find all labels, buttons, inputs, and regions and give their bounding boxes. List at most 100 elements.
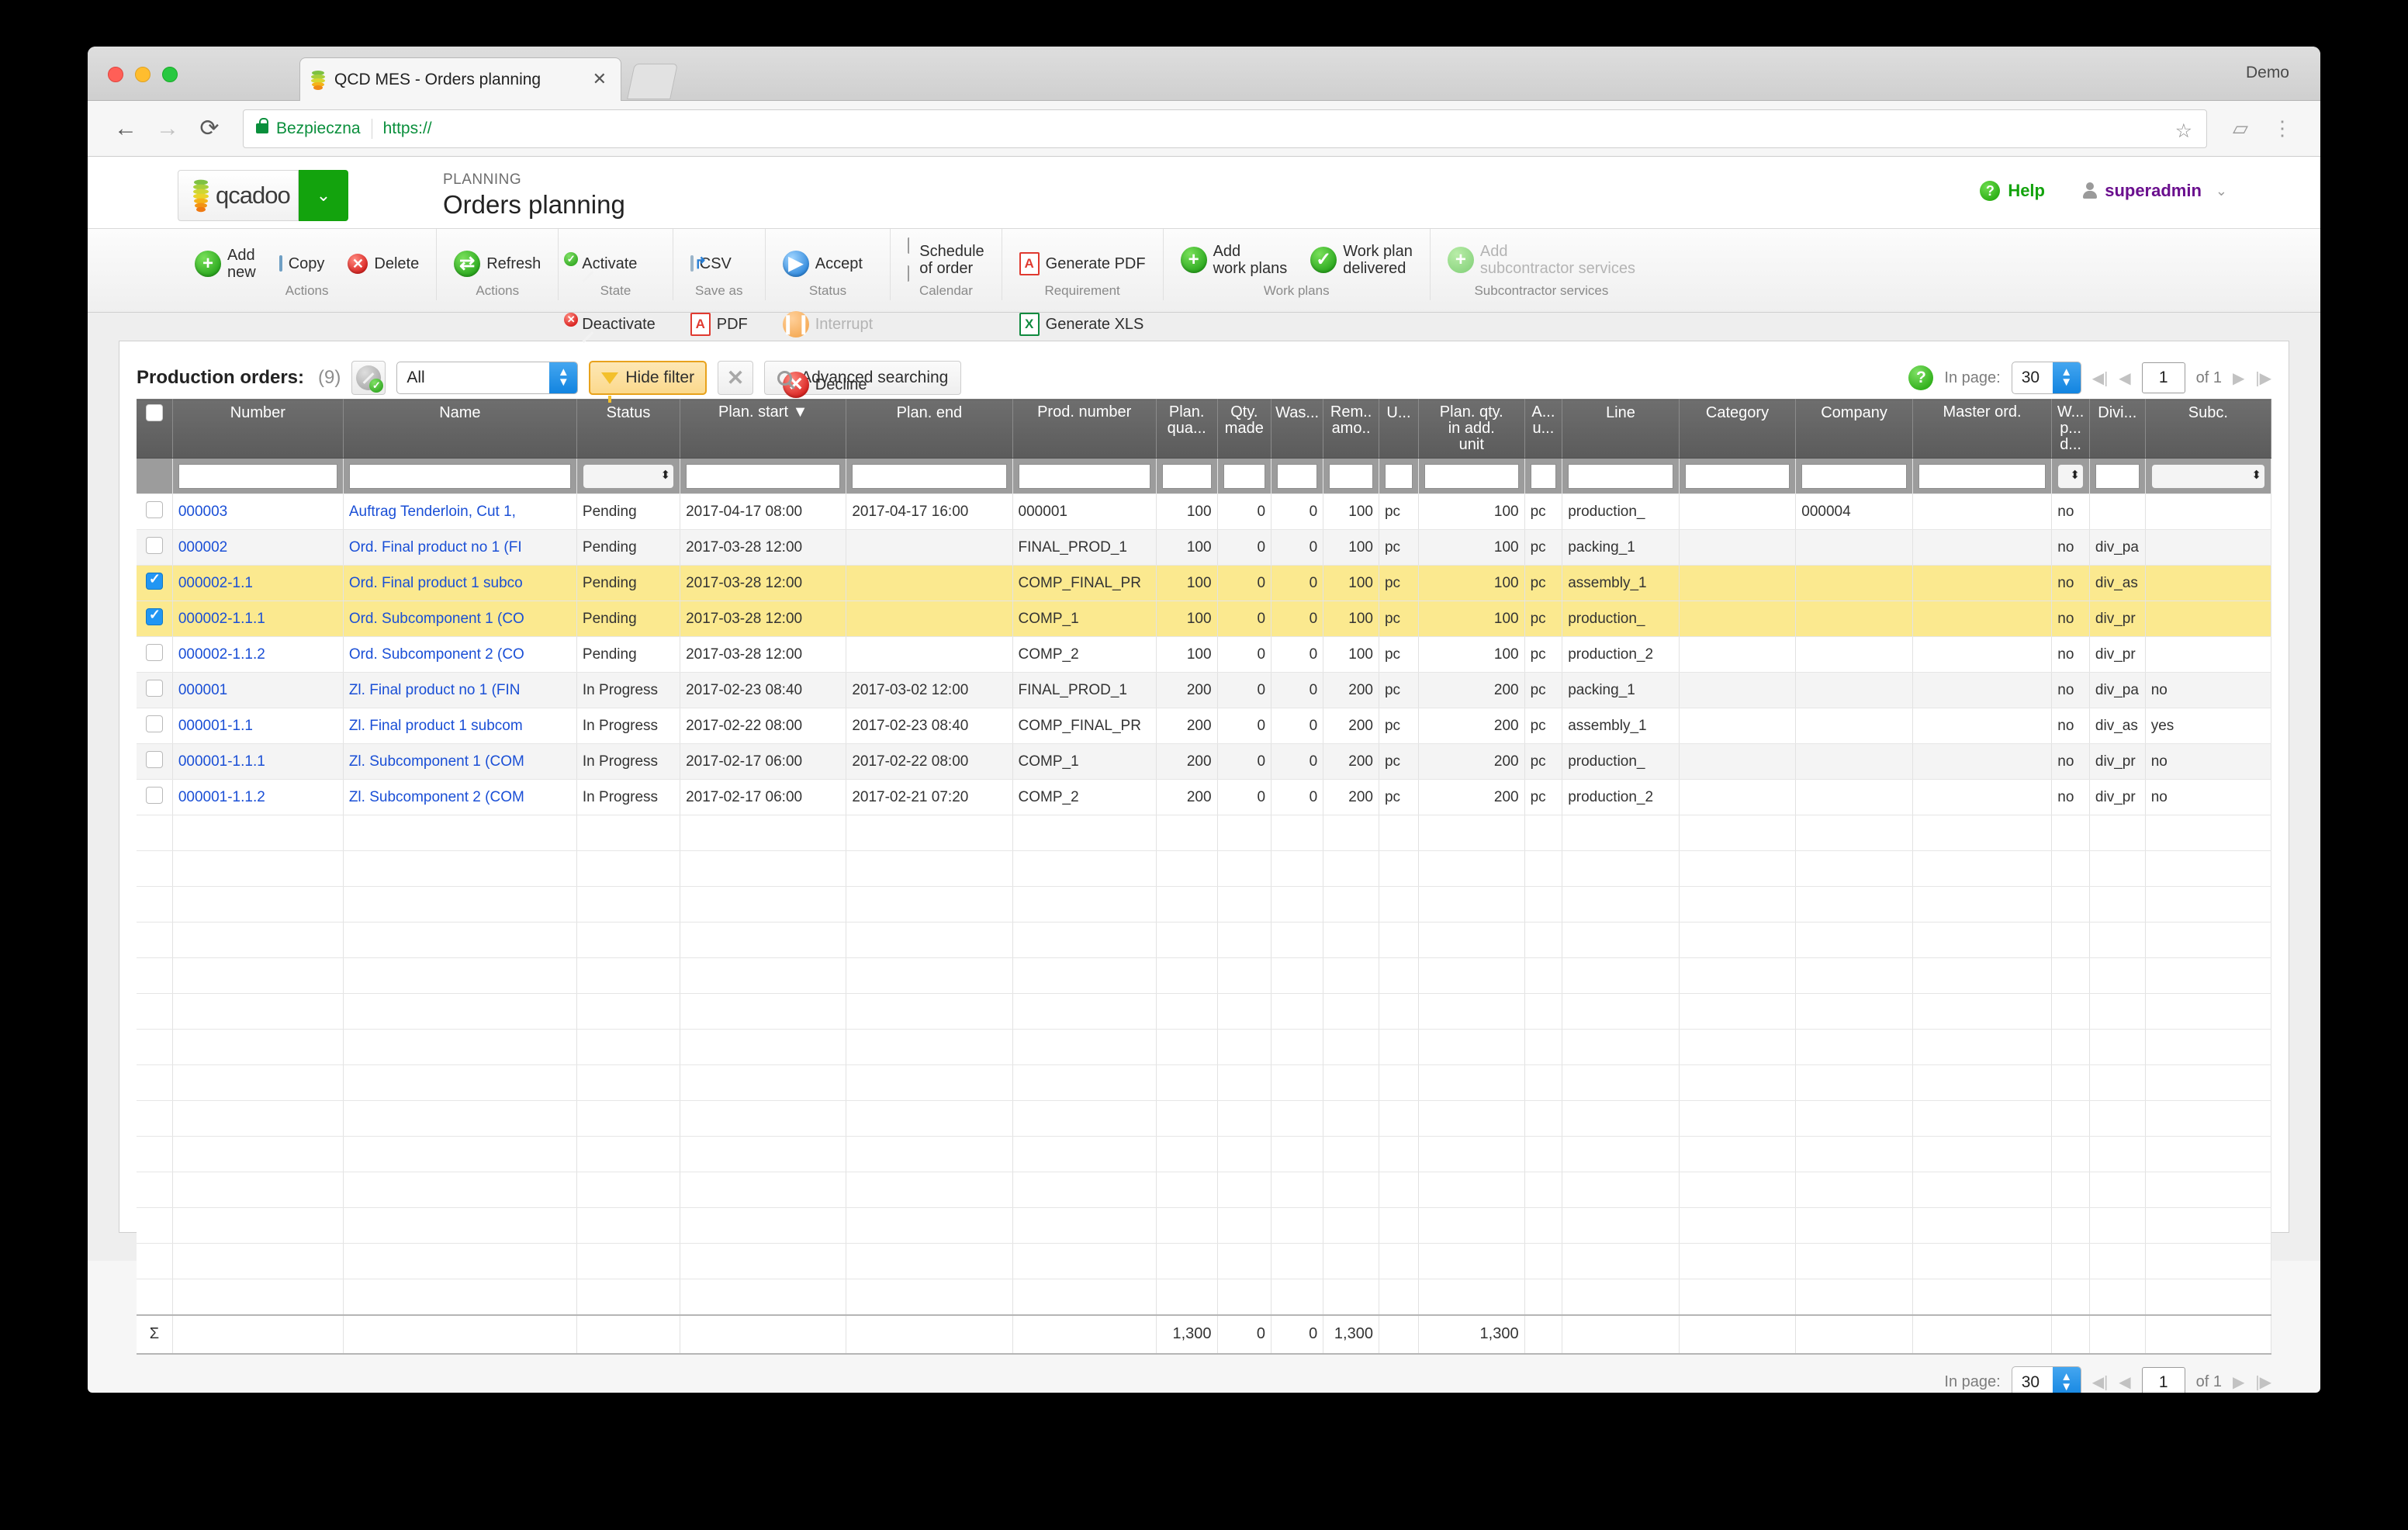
filter-cell-prod_number[interactable] (1012, 458, 1157, 494)
add-work-plans-button[interactable]: + Add work plans (1175, 235, 1294, 285)
column-header-check[interactable] (137, 399, 173, 459)
next-page-icon[interactable]: ▶ (2233, 1372, 2244, 1392)
cell-name[interactable]: Ord. Subcomponent 1 (CO (343, 601, 577, 637)
filter-input-plan_end[interactable] (852, 463, 1007, 489)
cell-link-number[interactable]: 000002-1.1.1 (178, 611, 265, 627)
cell-number[interactable]: 000003 (172, 493, 344, 530)
filter-input-plan_qty_add[interactable] (1424, 463, 1519, 489)
cell-name[interactable]: Auftrag Tenderloin, Cut 1, (343, 493, 577, 530)
prev-page-icon[interactable]: ◀ (2119, 1372, 2130, 1392)
new-tab-button[interactable] (627, 64, 678, 99)
column-header-unit[interactable]: U... (1379, 399, 1419, 459)
filter-cell-wpd[interactable] (2051, 458, 2090, 494)
cell-number[interactable]: 000001-1.1 (172, 708, 344, 744)
column-header-subc[interactable]: Subc. (2145, 399, 2272, 459)
filter-cell-number[interactable] (172, 458, 344, 494)
column-header-status[interactable]: Status (576, 399, 681, 459)
cell-link-name[interactable]: Zl. Subcomponent 1 (COM (349, 753, 524, 770)
first-page-icon[interactable]: ◀| (2092, 369, 2109, 388)
column-header-plan_qua[interactable]: Plan. qua... (1156, 399, 1218, 459)
deactivate-button[interactable]: ✕ Deactivate (564, 296, 662, 353)
cell-link-number[interactable]: 000002 (178, 539, 227, 556)
filter-input-divi[interactable] (2095, 463, 2140, 489)
cell-number[interactable]: 000002-1.1.2 (172, 636, 344, 673)
table-row[interactable]: 000003 Auftrag Tenderloin, Cut 1, Pending 2… (137, 493, 2272, 530)
in-page-select[interactable]: 30 ▲ ▼ (2011, 1366, 2081, 1393)
maximize-window-button[interactable] (162, 67, 178, 82)
cell-check[interactable] (137, 672, 173, 708)
filter-input-name[interactable] (348, 463, 571, 489)
cell-name[interactable]: Zl. Final product no 1 (FIN (343, 672, 577, 708)
cell-link-number[interactable]: 000001 (178, 682, 227, 698)
filter-select[interactable]: All ▲ ▼ (396, 362, 579, 394)
table-row[interactable]: 000002-1.1.2 Ord. Subcomponent 2 (CO Pendi… (137, 636, 2272, 673)
cell-link-name[interactable]: Ord. Subcomponent 2 (CO (349, 646, 524, 663)
filter-cell-subc[interactable] (2145, 458, 2272, 494)
filter-input-plan_qua[interactable] (1161, 463, 1212, 489)
filter-input-company[interactable] (1801, 463, 1907, 489)
cell-name[interactable]: Zl. Subcomponent 1 (COM (343, 743, 577, 780)
close-tab-icon[interactable]: ✕ (593, 71, 607, 88)
filter-input-qty_made[interactable] (1223, 463, 1266, 489)
cell-name[interactable]: Zl. Subcomponent 2 (COM (343, 779, 577, 815)
filter-input-category[interactable] (1684, 463, 1790, 489)
filter-select-subc[interactable] (2150, 463, 2265, 489)
close-window-button[interactable] (108, 67, 123, 82)
filter-input-plan_start[interactable] (686, 463, 841, 489)
hide-filter-button[interactable]: Hide filter (589, 361, 708, 403)
cell-link-name[interactable]: Ord. Final product no 1 (FI (349, 539, 522, 556)
column-header-number[interactable]: Number (172, 399, 344, 459)
help-link[interactable]: ? Help (1980, 181, 2045, 201)
filter-input-unit[interactable] (1384, 463, 1413, 489)
table-row[interactable]: 000002-1.1.1 Ord. Subcomponent 1 (CO Pendi… (137, 601, 2272, 637)
column-header-company[interactable]: Company (1795, 399, 1913, 459)
browser-tab[interactable]: QCD MES - Orders planning ✕ (299, 57, 621, 101)
column-header-qty_made[interactable]: Qty. made (1217, 399, 1272, 459)
filter-input-rem_amo[interactable] (1329, 463, 1373, 489)
last-page-icon[interactable]: |▶ (2255, 1372, 2271, 1392)
in-page-select[interactable]: 30 ▲ ▼ (2011, 362, 2081, 394)
cell-link-name[interactable]: Zl. Final product 1 subcom (349, 718, 523, 734)
cell-link-name[interactable]: Zl. Final product no 1 (FIN (349, 682, 521, 698)
filter-select-status[interactable] (582, 463, 675, 489)
table-row[interactable]: 000001 Zl. Final product no 1 (FIN In Prog… (137, 672, 2272, 708)
first-page-icon[interactable]: ◀| (2092, 1372, 2109, 1392)
filter-input-number[interactable] (178, 463, 337, 489)
browser-menu-icon[interactable]: ⋮ (2261, 108, 2303, 150)
minimize-window-button[interactable] (135, 67, 150, 82)
reload-icon[interactable]: ⟳ (189, 108, 230, 150)
filter-cell-divi[interactable] (2089, 458, 2146, 494)
bookmark-star-icon[interactable]: ☆ (2175, 119, 2192, 143)
cell-link-name[interactable]: Zl. Subcomponent 2 (COM (349, 789, 524, 805)
filter-input-add_unit[interactable] (1530, 463, 1557, 489)
cell-name[interactable]: Zl. Final product 1 subcom (343, 708, 577, 744)
column-header-plan_qty_add[interactable]: Plan. qty. in add. unit (1418, 399, 1525, 459)
page-number-input[interactable]: 1 (2141, 1366, 2185, 1393)
cell-number[interactable]: 000001-1.1.1 (172, 743, 344, 780)
row-checkbox[interactable] (145, 786, 163, 804)
cell-number[interactable]: 000002-1.1 (172, 565, 344, 601)
table-row[interactable]: 000001-1.1 Zl. Final product 1 subcom In P… (137, 708, 2272, 744)
filter-input-was[interactable] (1277, 463, 1318, 489)
row-checkbox[interactable] (145, 500, 163, 518)
cell-link-name[interactable]: Ord. Final product 1 subco (349, 575, 523, 591)
cell-check[interactable] (137, 779, 173, 815)
clear-filter-button[interactable]: ✕ (718, 361, 754, 395)
row-checkbox[interactable] (145, 679, 163, 697)
cell-check[interactable] (137, 601, 173, 637)
filter-cell-master_ord[interactable] (1912, 458, 2053, 494)
cell-link-number[interactable]: 000002-1.1.2 (178, 646, 265, 663)
column-header-rem_amo[interactable]: Rem.. amo.. (1323, 399, 1379, 459)
cell-name[interactable]: Ord. Final product 1 subco (343, 565, 577, 601)
filter-input-line[interactable] (1568, 463, 1673, 489)
cell-number[interactable]: 000001-1.1.2 (172, 779, 344, 815)
column-header-master_ord[interactable]: Master ord. (1912, 399, 2053, 459)
column-header-line[interactable]: Line (1562, 399, 1680, 459)
cell-link-name[interactable]: Auftrag Tenderloin, Cut 1, (349, 504, 516, 520)
filter-cell-rem_amo[interactable] (1323, 458, 1379, 494)
filter-cell-name[interactable] (343, 458, 577, 494)
pdf-button[interactable]: A PDF (684, 296, 754, 353)
generate-xls-button[interactable]: X Generate XLS (1013, 296, 1150, 353)
cell-number[interactable]: 000001 (172, 672, 344, 708)
extension-icon[interactable]: ▱ (2219, 108, 2261, 150)
